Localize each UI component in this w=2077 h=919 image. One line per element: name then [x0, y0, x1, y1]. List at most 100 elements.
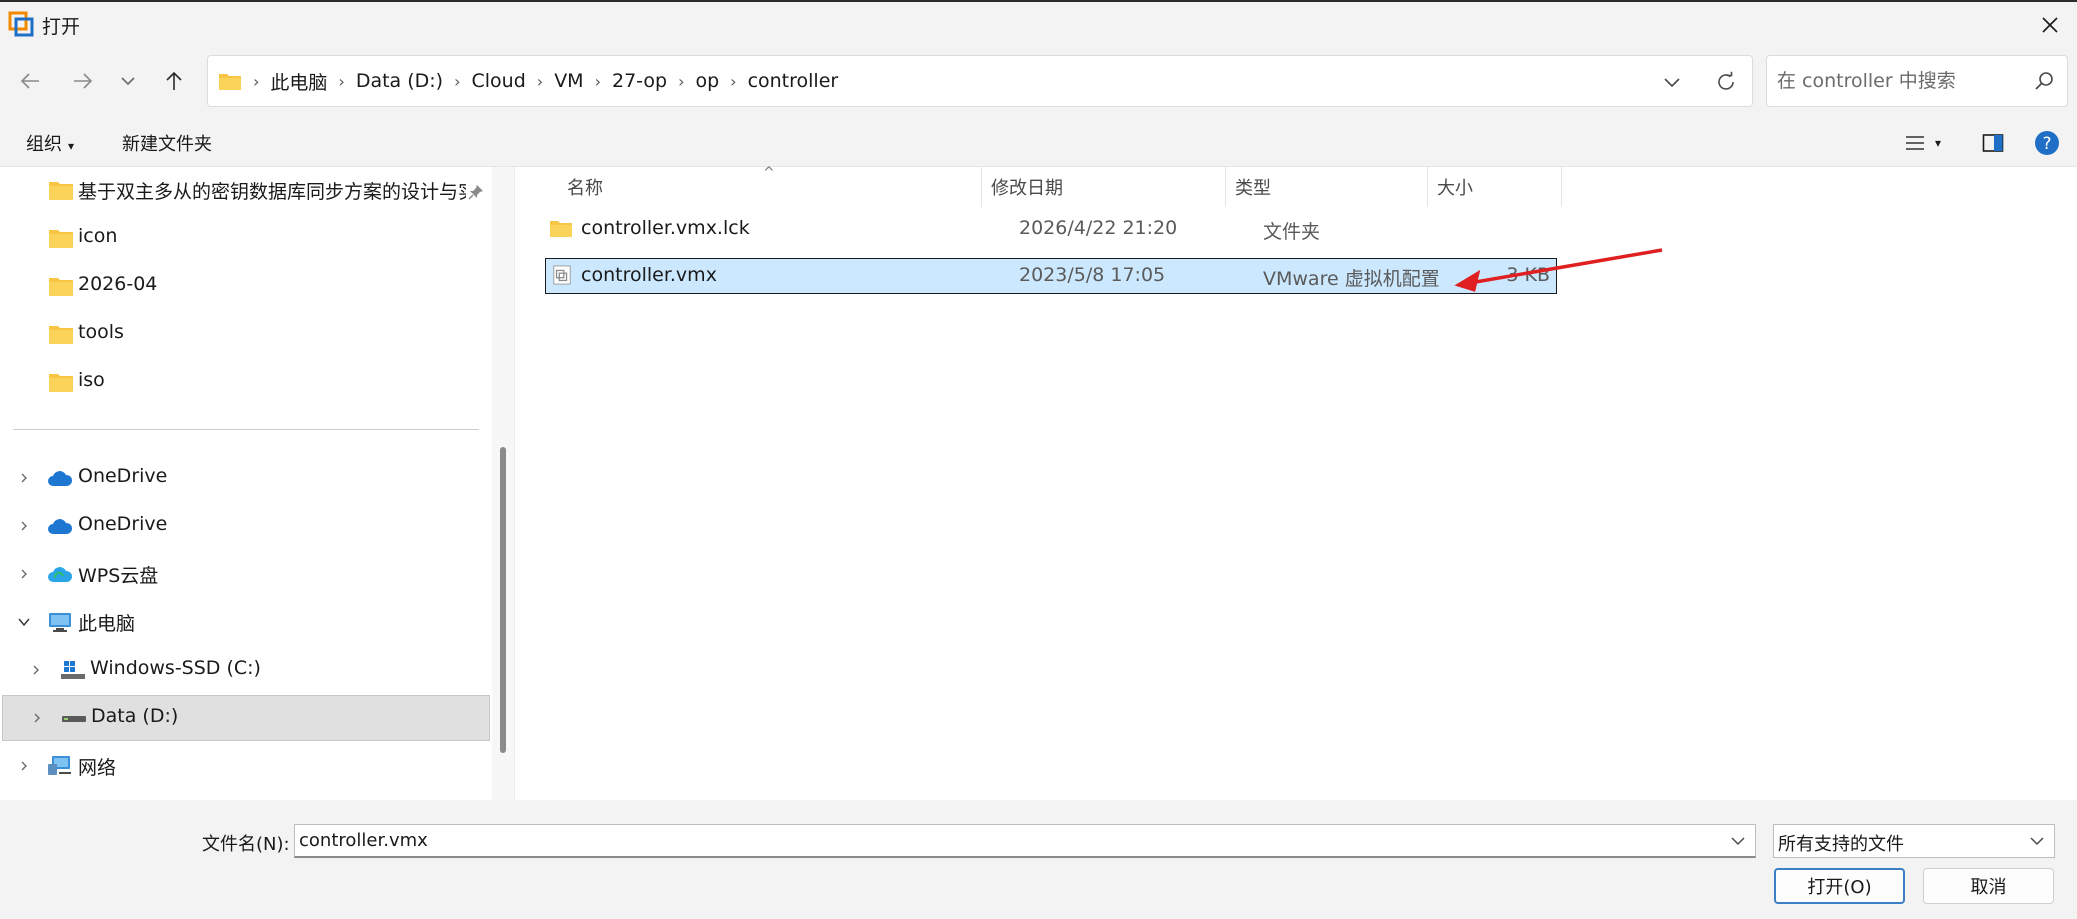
sidebar-item-this-pc[interactable]: 此电脑	[0, 599, 480, 645]
organize-label: 组织	[26, 134, 62, 155]
sort-ascending-icon: ^	[763, 165, 775, 181]
scrollbar-thumb[interactable]	[500, 447, 506, 753]
chevron-right-icon[interactable]	[16, 470, 32, 486]
column-header-label: 名称	[567, 178, 603, 199]
address-bar[interactable]: › 此电脑 › Data (D:) › Cloud › VM › 27-op ›…	[207, 55, 1753, 107]
sidebar-scrollbar[interactable]	[492, 167, 514, 800]
sidebar-item-wps-cloud[interactable]: WPS云盘	[0, 551, 480, 597]
chevron-down-icon[interactable]	[16, 614, 32, 630]
filename-label: 文件名(N):	[202, 834, 290, 855]
chevron-right-icon[interactable]	[16, 518, 32, 534]
network-icon	[48, 756, 71, 775]
sidebar-item-label: Data (D:)	[91, 705, 179, 727]
breadcrumb-separator-icon: ›	[678, 71, 685, 91]
cloud-icon	[48, 519, 73, 534]
refresh-icon	[1718, 71, 1734, 90]
help-icon: ?	[2035, 131, 2059, 155]
folder-icon	[49, 374, 73, 392]
dialog-footer: 文件名(N): 所有支持的文件 打开(O) 取消	[0, 800, 2077, 919]
breadcrumb-separator-icon: ›	[253, 71, 260, 91]
chevron-down-icon[interactable]	[2028, 832, 2046, 850]
vmware-app-icon	[8, 11, 34, 37]
file-row-selected[interactable]: controller.vmx 2023/5/8 17:05 VMware 虚拟机…	[545, 258, 1557, 294]
column-header-date[interactable]: 修改日期	[982, 167, 1225, 207]
address-history-dropdown[interactable]	[1660, 70, 1684, 94]
organize-menu-button[interactable]: 组织 ▾	[26, 130, 74, 156]
breadcrumb-separator-icon: ›	[730, 71, 737, 91]
sidebar-item-onedrive[interactable]: OneDrive	[0, 455, 480, 501]
column-header-size[interactable]: 大小	[1428, 167, 1575, 207]
search-input[interactable]	[1767, 56, 2027, 106]
file-size: 3 KB	[1506, 264, 1550, 286]
preview-pane-icon	[1982, 134, 2004, 152]
breadcrumb: › 此电脑 › Data (D:) › Cloud › VM › 27-op ›…	[250, 68, 846, 95]
file-type: VMware 虚拟机配置	[1263, 268, 1440, 290]
sidebar-item-network[interactable]: 网络	[0, 743, 480, 789]
windows-drive-icon	[61, 661, 85, 679]
column-header-name[interactable]: 名称 ^	[515, 165, 981, 207]
back-button[interactable]	[12, 63, 48, 99]
view-options-button[interactable]: ▾	[1905, 129, 1941, 157]
breadcrumb-item[interactable]: op	[687, 70, 727, 92]
breadcrumb-item[interactable]: controller	[740, 70, 847, 92]
vmx-file-icon	[553, 265, 571, 285]
arrow-right-icon	[74, 73, 93, 89]
filename-input[interactable]	[295, 825, 1715, 855]
preview-pane-button[interactable]	[1982, 129, 2004, 157]
arrow-up-icon	[166, 71, 182, 90]
filetype-value: 所有支持的文件	[1778, 834, 1904, 855]
title-bar: 打开	[0, 0, 2077, 45]
sidebar-item-label: 此电脑	[78, 613, 136, 635]
sidebar-item-pinned-folder[interactable]: icon	[0, 215, 480, 261]
sidebar-item-onedrive[interactable]: OneDrive	[0, 503, 480, 549]
folder-icon	[219, 74, 241, 90]
search-box[interactable]	[1766, 55, 2068, 107]
breadcrumb-item[interactable]: 27-op	[604, 70, 675, 92]
column-header-label: 类型	[1235, 178, 1271, 199]
sidebar-item-pinned-folder[interactable]: tools	[0, 311, 480, 357]
breadcrumb-item[interactable]: VM	[546, 70, 591, 92]
sidebar-item-pinned-folder[interactable]: 2026-04	[0, 263, 480, 309]
column-header-type[interactable]: 类型	[1226, 167, 1427, 207]
folder-icon	[49, 278, 73, 296]
chevron-right-icon[interactable]	[28, 662, 44, 678]
folder-icon	[550, 221, 572, 237]
breadcrumb-item[interactable]: Data (D:)	[348, 70, 451, 92]
open-button[interactable]: 打开(O)	[1774, 868, 1905, 904]
chevron-right-icon[interactable]	[16, 758, 32, 774]
svg-text:?: ?	[2042, 134, 2051, 154]
search-icon[interactable]	[2033, 70, 2055, 92]
up-button[interactable]	[156, 63, 192, 99]
sidebar-item-label: OneDrive	[78, 465, 168, 487]
refresh-button[interactable]	[1712, 68, 1740, 96]
sidebar-item-drive-c[interactable]: Windows-SSD (C:)	[0, 647, 480, 693]
sidebar-item-drive-d[interactable]: Data (D:)	[2, 695, 490, 741]
cloud-icon	[48, 471, 73, 486]
close-button[interactable]	[2030, 6, 2070, 44]
filename-combobox[interactable]	[294, 824, 1756, 858]
filetype-select[interactable]: 所有支持的文件	[1773, 824, 2055, 858]
column-header-label: 修改日期	[991, 178, 1063, 199]
cancel-button[interactable]: 取消	[1923, 868, 2054, 904]
file-list: 名称 ^ 修改日期 类型 大小 controller.vmx.lck 2026/…	[514, 165, 2077, 800]
recent-locations-button[interactable]	[110, 63, 146, 99]
sidebar-item-pinned-folder[interactable]: 基于双主多从的密钥数据库同步方案的设计与实现	[0, 167, 483, 213]
chevron-right-icon[interactable]	[16, 566, 32, 582]
window-title: 打开	[42, 16, 81, 38]
sidebar-item-label: OneDrive	[78, 513, 168, 535]
help-button[interactable]: ?	[2034, 129, 2060, 157]
chevron-down-icon[interactable]	[1729, 832, 1747, 850]
breadcrumb-item[interactable]: Cloud	[464, 70, 534, 92]
file-type: 文件夹	[1263, 221, 1321, 243]
chevron-right-icon[interactable]	[29, 710, 45, 726]
breadcrumb-item[interactable]: 此电脑	[262, 68, 335, 95]
pin-icon	[468, 185, 483, 200]
new-folder-button[interactable]: 新建文件夹	[122, 130, 212, 156]
arrow-left-icon	[20, 73, 39, 89]
close-icon	[2042, 17, 2058, 33]
breadcrumb-separator-icon: ›	[454, 71, 461, 91]
column-divider[interactable]	[1561, 167, 1562, 207]
file-row[interactable]: controller.vmx.lck 2026/4/22 21:20 文件夹	[545, 211, 1557, 247]
forward-button[interactable]	[65, 63, 101, 99]
sidebar-item-pinned-folder[interactable]: iso	[0, 359, 480, 405]
